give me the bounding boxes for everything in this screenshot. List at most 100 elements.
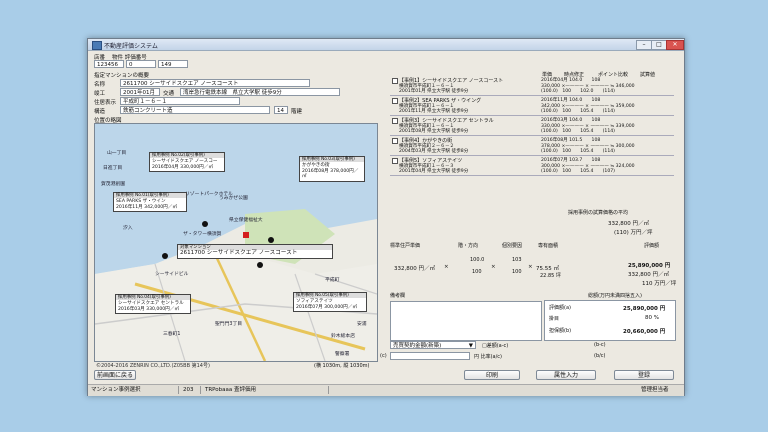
- case-row[interactable]: 【事例3】シーサイドスクエア セントラル 横須賀市平成町１－６－１ 2001年0…: [390, 117, 674, 136]
- c-label: (c): [380, 353, 387, 359]
- case-calc-r3: (100.0) 100 102.0 (114): [541, 89, 615, 94]
- address-field[interactable]: 平成町１－６－１: [120, 97, 240, 105]
- callout-price: 2016年03月 330,000円／㎡: [118, 306, 179, 312]
- map-callout-case5[interactable]: 採用事例 No.05(取引事例) ソフィアステイツ 2016年07月 300,0…: [293, 292, 367, 313]
- case-calc: 2016年11月 104.0 108 342,000 ×———— × ———— …: [541, 98, 635, 115]
- status-user: TRPobaaa 査評価用: [202, 386, 329, 394]
- callout-head: 採用事例 No.03(取引事例): [300, 157, 364, 163]
- maximize-button[interactable]: □: [651, 40, 667, 50]
- code1-field[interactable]: 0: [126, 60, 156, 68]
- print-button[interactable]: 印刷: [464, 370, 520, 380]
- average-sub: (110) 万円／坪: [614, 230, 653, 236]
- status-code: 203: [180, 386, 201, 394]
- std-head-area: 専有面積: [538, 243, 559, 249]
- callout-name: 2611700 シーサイドスクエア ノースコースト: [180, 250, 298, 257]
- summary-ratio-label: 掛目: [549, 316, 560, 322]
- callout-price: 2016年07月 300,000円／㎡: [296, 304, 357, 310]
- ratio-bc-label: (b/c): [594, 353, 606, 359]
- case-checkbox[interactable]: [392, 138, 398, 144]
- std-head-factor: 個別要因: [502, 243, 523, 249]
- case-date: 2004年03月 県立大学駅 徒歩8分: [399, 149, 469, 154]
- summary-collateral-label: 担保額(b): [549, 328, 572, 334]
- remarks-textarea[interactable]: [390, 301, 542, 341]
- status-bar: マンション事例選択 203 TRPobaaa 査評価用 管理担当者: [88, 384, 684, 396]
- average-label: 採用事例の試算価格の平均: [568, 210, 629, 216]
- std-unit-price: 332,800 円／㎡: [394, 266, 435, 272]
- map-place: 汐入: [123, 226, 133, 231]
- minimize-button[interactable]: –: [636, 40, 652, 50]
- average-value: 332,800 円／㎡: [608, 221, 649, 227]
- window-title: 不動産評価システム: [104, 43, 158, 50]
- store-field[interactable]: 123456: [94, 60, 124, 68]
- case-date: 2001年04月 県立大学駅 徒歩9分: [399, 169, 469, 174]
- transport-label: 交通: [163, 91, 175, 97]
- section-title: 指定マンションの概要: [94, 73, 150, 79]
- case-row[interactable]: 【事例2】SEA PARKS ザ・ウイング 横須賀市平成町１－６－１ 2001年…: [390, 97, 674, 116]
- std-factor2: 103: [512, 257, 522, 263]
- map-place: ザ・タワー横須賀: [183, 232, 222, 237]
- case-checkbox[interactable]: [392, 158, 398, 164]
- map-place: 鈴木総本店: [331, 334, 355, 339]
- std-eval3: 110 万円／坪: [642, 281, 677, 287]
- case-date: 2001年08月 県立大学駅 徒歩9分: [399, 129, 469, 134]
- attribute-input-button[interactable]: 属性入力: [536, 370, 596, 380]
- map-place: 三春町1: [163, 332, 181, 337]
- floors-field[interactable]: 14: [274, 106, 288, 114]
- floors-label: 階建: [291, 109, 303, 115]
- summary-eval-label: 評価額(a): [549, 305, 571, 311]
- app-icon: [92, 41, 102, 50]
- map-place: 平成町: [325, 278, 340, 283]
- std-factor1-den: 100: [472, 269, 482, 275]
- case-calc-r3: (100.0) 100 105.4 (114): [541, 149, 615, 154]
- built-field[interactable]: 2001年01月: [120, 88, 160, 96]
- map-callout-case4[interactable]: 採用事例 No.04(取引事例) シーサイドスクエア セントラル 2016年03…: [115, 294, 191, 315]
- case-calc: 2016年07月 103.7 108 300,000 ×———— × ———— …: [541, 158, 635, 175]
- callout-price: 2016年04月 330,000円／㎡: [152, 164, 213, 170]
- chevron-down-icon: ▼: [468, 343, 473, 349]
- case-date: 2001年01月 県立大学駅 徒歩9分: [399, 89, 469, 94]
- built-label: 竣工: [94, 91, 106, 97]
- case-row[interactable]: 【事例4】かがやきの街 横須賀市平成町２－６－２ 2004年03月 県立大学駅 …: [390, 137, 674, 156]
- case-checkbox[interactable]: [392, 78, 398, 84]
- case-calc-r3: (100.0) 100 105.4 (114): [541, 129, 615, 134]
- contract-amount-field[interactable]: [390, 352, 470, 360]
- map-place: リゾートパークホテル: [185, 192, 233, 197]
- name-label: 名称: [94, 82, 106, 88]
- map-callout-case3[interactable]: 採用事例 No.03(取引事例) かがやきの街 2016年08月 378,000…: [299, 156, 365, 182]
- map-copyright: ©2004-2016 ZENRIN CO.,LTD.(Z05BB 第14号): [96, 363, 210, 369]
- case-row[interactable]: 【事例1】シーサイドスクエア ノースコースト 横須賀市平成町１－６－１ 2001…: [390, 77, 674, 96]
- map-place: シーサイドビル: [155, 272, 189, 277]
- map-place: 県立保健福祉大: [229, 218, 263, 223]
- diff-expr: (b-c): [594, 342, 606, 348]
- callout-head: 採用事例 No.02(取引事例): [150, 153, 224, 159]
- case-date: 2001年11月 県立大学駅 徒歩9分: [399, 109, 469, 114]
- case-checkbox[interactable]: [392, 98, 398, 104]
- code2-field[interactable]: 149: [158, 60, 188, 68]
- map-place: 山一丁目: [107, 151, 127, 156]
- std-head-eval: 評価額: [644, 243, 660, 249]
- map-callout-target[interactable]: 対象マンション 2611700 シーサイドスクエア ノースコースト: [177, 244, 333, 259]
- name-field[interactable]: 2611700 シーサイドスクエア ノースコースト: [120, 79, 310, 87]
- case-row[interactable]: 【事例5】ソフィアステイツ 横須賀市平成町１－６－３ 2001年04月 県立大学…: [390, 157, 674, 176]
- compare-select[interactable]: 売買契約金額(新築) ▼: [390, 341, 476, 349]
- case-checkbox[interactable]: [392, 118, 398, 124]
- case-calc: 2016年03月 104.0 108 330,000 ×———— × ———— …: [541, 118, 635, 135]
- remarks-label: 備考欄: [390, 293, 406, 299]
- std-eval1: 25,890,000 円: [628, 263, 671, 269]
- map-callout-case2[interactable]: 採用事例 No.02(取引事例) シーサイドスクエア ノースコー 2016年04…: [149, 152, 225, 173]
- back-button[interactable]: 前画面に戻る: [94, 370, 136, 380]
- std-factor1: 100.0: [470, 257, 485, 263]
- close-button[interactable]: ✕: [666, 40, 684, 50]
- map-place: 賀茂港創園: [101, 182, 125, 187]
- map-callout-case1[interactable]: 採用事例 No.01(取引事例) SEA PARKS ザ・ウイン 2016年11…: [113, 192, 187, 213]
- location-map[interactable]: 山一丁目 賀茂港創園 日進丁目 うみかぜ公園 リゾートパークホテル 県立保健福祉…: [94, 123, 378, 362]
- map-place: 日進丁目: [103, 166, 123, 171]
- case-calc-r3: (100.0) 100 105.4 (114): [541, 109, 615, 114]
- callout-head: 採用事例 No.04(取引事例): [116, 295, 190, 301]
- transport-field[interactable]: 湾岸急行電鉄本線 県立大学駅 徒歩9分: [180, 88, 340, 96]
- structure-field[interactable]: 鉄筋コンクリート造: [120, 106, 270, 114]
- save-button[interactable]: 登録: [614, 370, 674, 380]
- map-place: 安浦: [357, 322, 367, 327]
- map-place: 聖門門3丁目: [215, 322, 243, 327]
- summary-ratio-value: 80 %: [645, 315, 659, 321]
